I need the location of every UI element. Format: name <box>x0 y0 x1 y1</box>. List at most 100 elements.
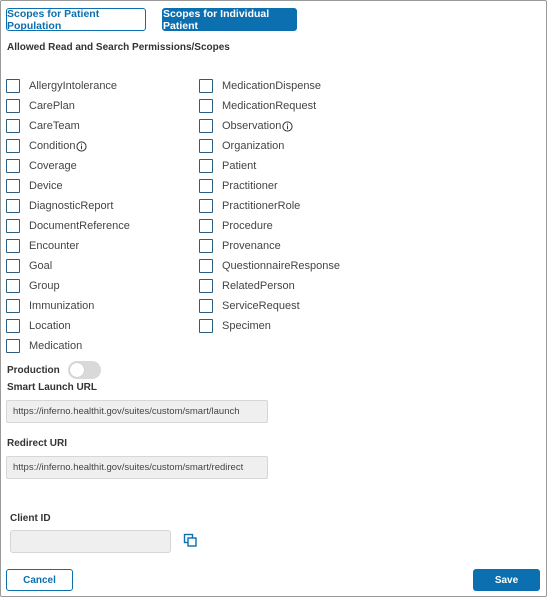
scope-checkbox[interactable] <box>6 339 20 353</box>
production-toggle[interactable] <box>68 361 101 379</box>
scope-checkbox[interactable] <box>6 139 20 153</box>
scope-checkbox[interactable] <box>199 279 213 293</box>
scope-label-text: CareTeam <box>29 120 80 132</box>
scope-label-text: PractitionerRole <box>222 200 301 212</box>
scope-label: Goal <box>29 260 52 272</box>
scope-item[interactable]: RelatedPerson <box>199 278 295 294</box>
scope-item[interactable]: Condition <box>6 138 88 154</box>
scope-checkbox[interactable] <box>199 199 213 213</box>
scope-label: MedicationRequest <box>222 100 316 112</box>
cancel-button[interactable]: Cancel <box>6 569 73 591</box>
scope-item[interactable]: CarePlan <box>6 98 75 114</box>
scope-checkbox[interactable] <box>6 299 20 313</box>
permissions-heading: Allowed Read and Search Permissions/Scop… <box>7 42 230 53</box>
scope-item[interactable]: ServiceRequest <box>199 298 300 314</box>
info-circle-icon[interactable] <box>76 140 88 152</box>
scope-label: Encounter <box>29 240 79 252</box>
scope-checkbox[interactable] <box>6 119 20 133</box>
scope-checkbox[interactable] <box>6 319 20 333</box>
scope-checkbox[interactable] <box>199 299 213 313</box>
scope-label-text: Coverage <box>29 160 77 172</box>
scope-label: Device <box>29 180 63 192</box>
scope-label: MedicationDispense <box>222 80 321 92</box>
scope-checkbox[interactable] <box>6 239 20 253</box>
scope-item[interactable]: PractitionerRole <box>199 198 300 214</box>
scope-item[interactable]: Coverage <box>6 158 77 174</box>
scope-label-text: QuestionnaireResponse <box>222 260 341 272</box>
scope-item[interactable]: Procedure <box>199 218 273 234</box>
scope-item[interactable]: Group <box>6 278 60 294</box>
scope-checkbox[interactable] <box>199 159 213 173</box>
scope-label: Patient <box>222 160 256 172</box>
scope-item[interactable]: AllergyIntolerance <box>6 78 117 94</box>
scope-label-text: Immunization <box>29 300 95 312</box>
scope-item[interactable]: DocumentReference <box>6 218 130 234</box>
scope-label-text: Location <box>29 320 71 332</box>
scope-item[interactable]: Immunization <box>6 298 94 314</box>
save-button[interactable]: Save <box>473 569 540 591</box>
scope-label: CareTeam <box>29 120 80 132</box>
scope-item[interactable]: Encounter <box>6 238 79 254</box>
scope-item[interactable]: Device <box>6 178 63 194</box>
info-circle-icon[interactable] <box>282 120 293 132</box>
scope-label: Immunization <box>29 300 94 312</box>
redirect-uri-label: Redirect URI <box>7 438 68 449</box>
scope-label-text: Device <box>29 180 63 192</box>
scope-item[interactable]: QuestionnaireResponse <box>199 258 340 274</box>
scope-item[interactable]: Goal <box>6 258 52 274</box>
client-id-field[interactable] <box>10 530 171 553</box>
scope-checkbox[interactable] <box>6 259 20 273</box>
scope-item[interactable]: CareTeam <box>6 118 80 134</box>
scope-item[interactable]: Medication <box>6 338 82 354</box>
scope-item[interactable]: DiagnosticReport <box>6 198 113 214</box>
scope-item[interactable]: Location <box>6 318 71 334</box>
scope-label-text: MedicationRequest <box>222 100 317 112</box>
tab-individual-patient[interactable]: Scopes for Individual Patient <box>162 8 297 32</box>
scope-checkbox[interactable] <box>199 79 213 93</box>
scope-label-text: Medication <box>29 340 83 352</box>
smart-launch-url-field[interactable]: https://inferno.healthit.gov/suites/cust… <box>6 400 268 423</box>
scope-checkbox[interactable] <box>6 179 20 193</box>
scope-label: Procedure <box>222 220 273 232</box>
scope-item[interactable]: Observation <box>199 118 293 134</box>
scope-label: DocumentReference <box>29 220 130 232</box>
scope-checkbox[interactable] <box>6 219 20 233</box>
scope-checkbox[interactable] <box>199 239 213 253</box>
scope-item[interactable]: Specimen <box>199 318 271 334</box>
scope-checkbox[interactable] <box>199 99 213 113</box>
scope-label: DiagnosticReport <box>29 200 113 212</box>
scope-checkbox[interactable] <box>6 199 20 213</box>
scope-checkbox[interactable] <box>6 279 20 293</box>
scope-checkbox[interactable] <box>6 159 20 173</box>
scope-label-text: DocumentReference <box>29 220 130 232</box>
scope-label: Condition <box>29 140 88 152</box>
scope-checkbox[interactable] <box>199 139 213 153</box>
scope-item[interactable]: MedicationDispense <box>199 78 321 94</box>
scope-checkbox[interactable] <box>199 259 213 273</box>
scope-item[interactable]: MedicationRequest <box>199 98 316 114</box>
redirect-uri-field[interactable]: https://inferno.healthit.gov/suites/cust… <box>6 456 268 479</box>
scope-checkbox[interactable] <box>199 119 213 133</box>
scope-label: Observation <box>222 120 293 132</box>
scope-label-text: Specimen <box>222 320 271 332</box>
scope-checkbox[interactable] <box>6 99 20 113</box>
scope-label-text: Organization <box>222 140 285 152</box>
tab-patient-population[interactable]: Scopes for Patient Population <box>6 8 146 32</box>
scope-label-text: ServiceRequest <box>222 300 300 312</box>
scope-label-text: Observation <box>222 120 282 132</box>
scope-checkbox[interactable] <box>6 79 20 93</box>
copy-icon[interactable] <box>183 533 198 548</box>
scope-item[interactable]: Organization <box>199 138 284 154</box>
scope-checkbox[interactable] <box>199 219 213 233</box>
scope-item[interactable]: Practitioner <box>199 178 278 194</box>
scope-item[interactable]: Patient <box>199 158 256 174</box>
scope-item[interactable]: Provenance <box>199 238 281 254</box>
scope-label-text: AllergyIntolerance <box>29 80 118 92</box>
scope-label-text: Procedure <box>222 220 273 232</box>
scope-label: AllergyIntolerance <box>29 80 117 92</box>
scope-label-text: RelatedPerson <box>222 280 295 292</box>
scope-label: RelatedPerson <box>222 280 295 292</box>
scope-checkbox[interactable] <box>199 319 213 333</box>
scope-checkbox[interactable] <box>199 179 213 193</box>
scope-label: Location <box>29 320 71 332</box>
